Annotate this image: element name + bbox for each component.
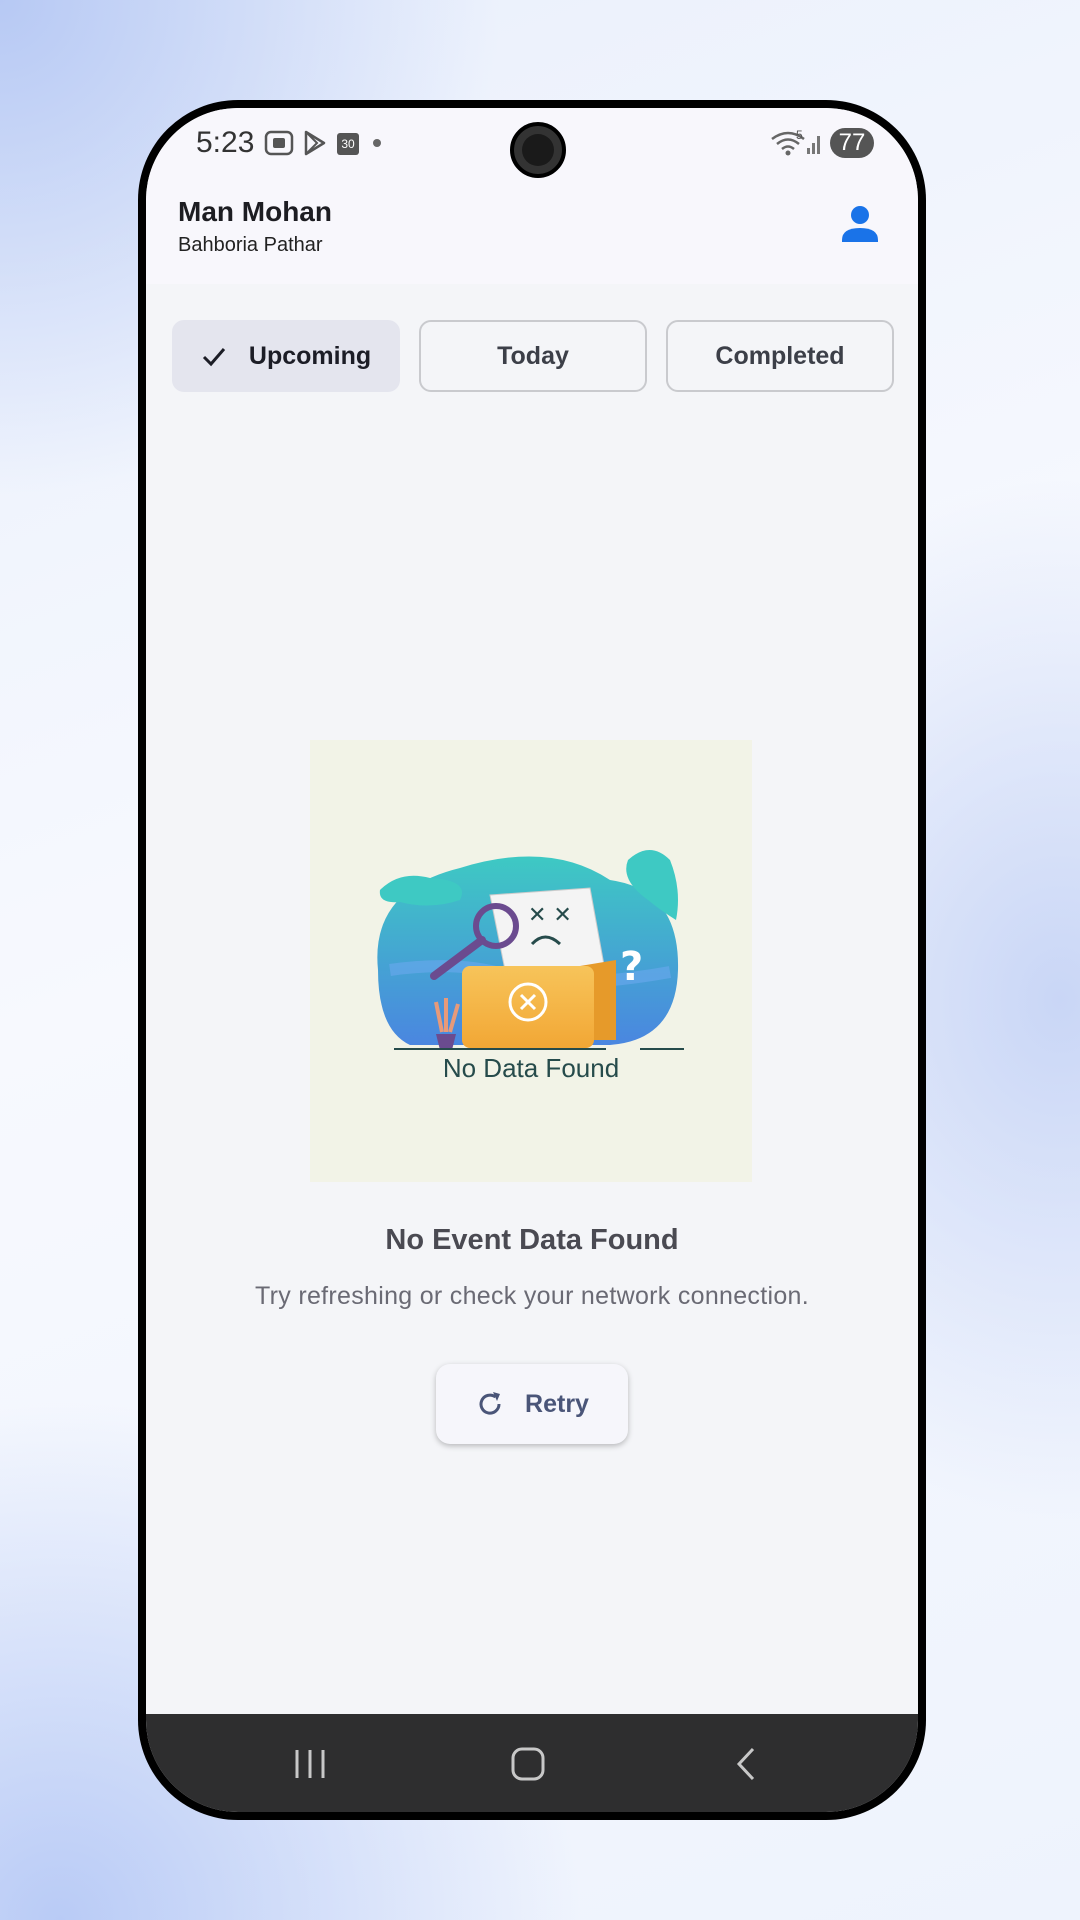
tab-completed[interactable]: Completed — [666, 320, 894, 392]
back-icon[interactable] — [716, 1736, 776, 1792]
tab-today[interactable]: Today — [419, 320, 647, 392]
no-data-illustration: ✕ ✕ ? No Data Found — [310, 740, 752, 1182]
user-name: Man Mohan — [178, 196, 332, 227]
recents-icon[interactable] — [280, 1736, 340, 1792]
tab-completed-label: Completed — [715, 341, 845, 370]
signal-icon — [806, 130, 822, 156]
battery-indicator: 77 — [830, 128, 874, 158]
app-header: Man Mohan Bahboria Pathar — [146, 178, 918, 284]
person-icon[interactable] — [836, 200, 884, 248]
tab-today-label: Today — [497, 341, 569, 370]
front-camera — [510, 122, 566, 178]
status-time: 5:23 — [196, 126, 255, 159]
empty-folder-illustration: ✕ ✕ ? — [377, 850, 684, 1050]
screen: 5:23 30 5 77 Man Mohan Bahboria Pathar U… — [146, 108, 918, 1812]
system-nav-bar — [146, 1714, 918, 1812]
calendar-day: 30 — [341, 137, 355, 151]
svg-text:✕ ✕: ✕ ✕ — [528, 903, 572, 928]
illustration-caption: No Data Found — [442, 1053, 620, 1083]
check-icon — [202, 348, 226, 367]
empty-state-title: No Event Data Found — [385, 1224, 679, 1256]
wifi-icon: 5 — [770, 128, 806, 156]
phone-frame: 5:23 30 5 77 Man Mohan Bahboria Pathar U… — [138, 100, 926, 1820]
play-store-icon — [304, 130, 326, 156]
dot-icon — [372, 130, 382, 156]
user-location: Bahboria Pathar — [178, 234, 323, 256]
retry-label: Retry — [525, 1389, 589, 1418]
screenshot-icon — [264, 130, 294, 156]
refresh-icon — [479, 1392, 501, 1415]
retry-button[interactable]: Retry — [436, 1364, 628, 1444]
network-type: 5 — [796, 128, 803, 142]
status-bar: 5:23 30 5 77 — [146, 108, 918, 178]
tab-upcoming-label: Upcoming — [248, 341, 372, 370]
home-icon[interactable] — [498, 1736, 558, 1792]
svg-text:?: ? — [620, 944, 643, 990]
tab-upcoming[interactable]: Upcoming — [172, 320, 400, 392]
empty-state-message: Try refreshing or check your network con… — [255, 1282, 809, 1310]
calendar-icon: 30 — [336, 130, 360, 156]
